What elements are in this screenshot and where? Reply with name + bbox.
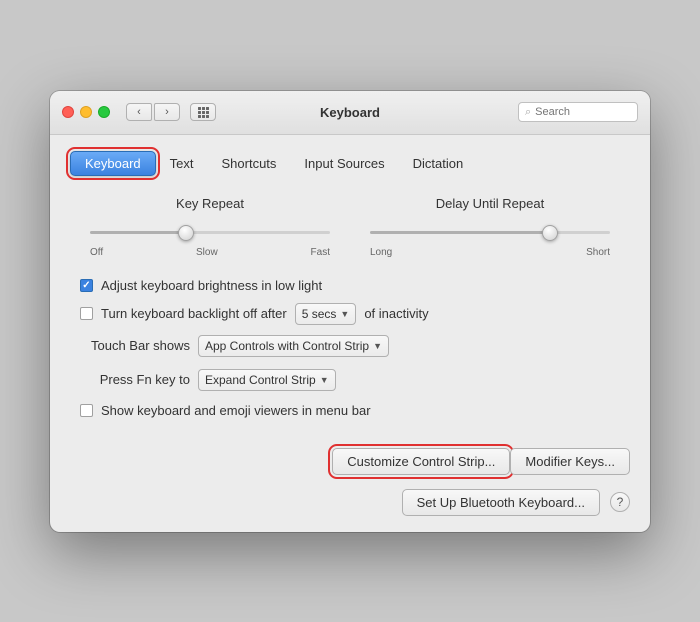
window-title: Keyboard (320, 105, 380, 120)
content-area: Keyboard Text Shortcuts Input Sources Di… (50, 135, 650, 532)
sliders-section: Key Repeat Off Slow Fast Delay Until Rep… (70, 196, 630, 258)
delay-repeat-long-label: Long (370, 247, 392, 258)
back-button[interactable]: ‹ (126, 103, 152, 121)
brightness-checkbox[interactable] (80, 279, 93, 292)
key-repeat-off-label: Off (90, 247, 103, 258)
delay-repeat-short-label: Short (586, 247, 610, 258)
grid-view-button[interactable] (190, 103, 216, 121)
key-repeat-thumb[interactable] (178, 225, 194, 241)
delay-repeat-slider-container (370, 223, 610, 243)
buttons-row: Customize Control Strip... Modifier Keys… (70, 448, 630, 475)
tab-shortcuts[interactable]: Shortcuts (208, 152, 291, 175)
fn-key-dropdown[interactable]: Expand Control Strip ▼ (198, 369, 336, 391)
emoji-checkbox[interactable] (80, 404, 93, 417)
search-icon: ⌕ (525, 106, 531, 119)
emoji-row: Show keyboard and emoji viewers in menu … (70, 403, 630, 418)
tab-input-sources[interactable]: Input Sources (290, 152, 398, 175)
key-repeat-track (90, 231, 330, 234)
delay-repeat-group: Delay Until Repeat Long Short (370, 196, 610, 258)
search-input[interactable] (535, 106, 631, 118)
touch-bar-row: Touch Bar shows App Controls with Contro… (70, 335, 630, 357)
touch-bar-dropdown-arrow: ▼ (373, 341, 382, 351)
keyboard-preferences-window: ‹ › Keyboard ⌕ Keyboard Text Shortcuts I… (50, 91, 650, 532)
emoji-label: Show keyboard and emoji viewers in menu … (101, 403, 371, 418)
key-repeat-group: Key Repeat Off Slow Fast (90, 196, 330, 258)
delay-repeat-track (370, 231, 610, 234)
delay-repeat-slider-labels: Long Short (370, 247, 610, 258)
bluetooth-keyboard-button[interactable]: Set Up Bluetooth Keyboard... (402, 489, 600, 516)
touch-bar-label: Touch Bar shows (70, 338, 190, 353)
backlight-dropdown[interactable]: 5 secs ▼ (295, 303, 357, 325)
forward-button[interactable]: › (154, 103, 180, 121)
tab-dictation[interactable]: Dictation (399, 152, 478, 175)
customize-control-strip-button[interactable]: Customize Control Strip... (332, 448, 510, 475)
fn-key-row: Press Fn key to Expand Control Strip ▼ (70, 369, 630, 391)
brightness-row: Adjust keyboard brightness in low light (80, 278, 620, 293)
search-bar[interactable]: ⌕ (518, 102, 638, 122)
backlight-suffix: of inactivity (364, 306, 428, 321)
fn-key-dropdown-arrow: ▼ (320, 375, 329, 385)
minimize-button[interactable] (80, 106, 92, 118)
fn-key-dropdown-value: Expand Control Strip (205, 373, 316, 387)
tab-bar: Keyboard Text Shortcuts Input Sources Di… (70, 151, 630, 176)
backlight-row: Turn keyboard backlight off after 5 secs… (80, 303, 620, 325)
brightness-label: Adjust keyboard brightness in low light (101, 278, 322, 293)
key-repeat-slider-labels: Off Slow Fast (90, 247, 330, 258)
titlebar: ‹ › Keyboard ⌕ (50, 91, 650, 135)
close-button[interactable] (62, 106, 74, 118)
checkbox-section: Adjust keyboard brightness in low light … (70, 278, 630, 325)
backlight-dropdown-arrow: ▼ (340, 309, 349, 319)
modifier-keys-button[interactable]: Modifier Keys... (510, 448, 630, 475)
backlight-dropdown-value: 5 secs (302, 307, 337, 321)
key-repeat-slider-container (90, 223, 330, 243)
fn-key-label: Press Fn key to (70, 372, 190, 387)
bottom-row: Set Up Bluetooth Keyboard... ? (70, 489, 630, 516)
maximize-button[interactable] (98, 106, 110, 118)
tab-keyboard[interactable]: Keyboard (70, 151, 156, 176)
key-repeat-label: Key Repeat (90, 196, 330, 211)
delay-repeat-thumb[interactable] (542, 225, 558, 241)
tab-text[interactable]: Text (156, 152, 208, 175)
touch-bar-dropdown-value: App Controls with Control Strip (205, 339, 369, 353)
key-repeat-slow-label: Slow (196, 247, 218, 258)
backlight-label: Turn keyboard backlight off after (101, 306, 287, 321)
backlight-checkbox[interactable] (80, 307, 93, 320)
delay-repeat-label: Delay Until Repeat (370, 196, 610, 211)
nav-buttons: ‹ › (126, 103, 180, 121)
help-button[interactable]: ? (610, 492, 630, 512)
touch-bar-dropdown[interactable]: App Controls with Control Strip ▼ (198, 335, 389, 357)
key-repeat-fast-label: Fast (311, 247, 330, 258)
traffic-lights (62, 106, 110, 118)
grid-icon (198, 107, 209, 118)
